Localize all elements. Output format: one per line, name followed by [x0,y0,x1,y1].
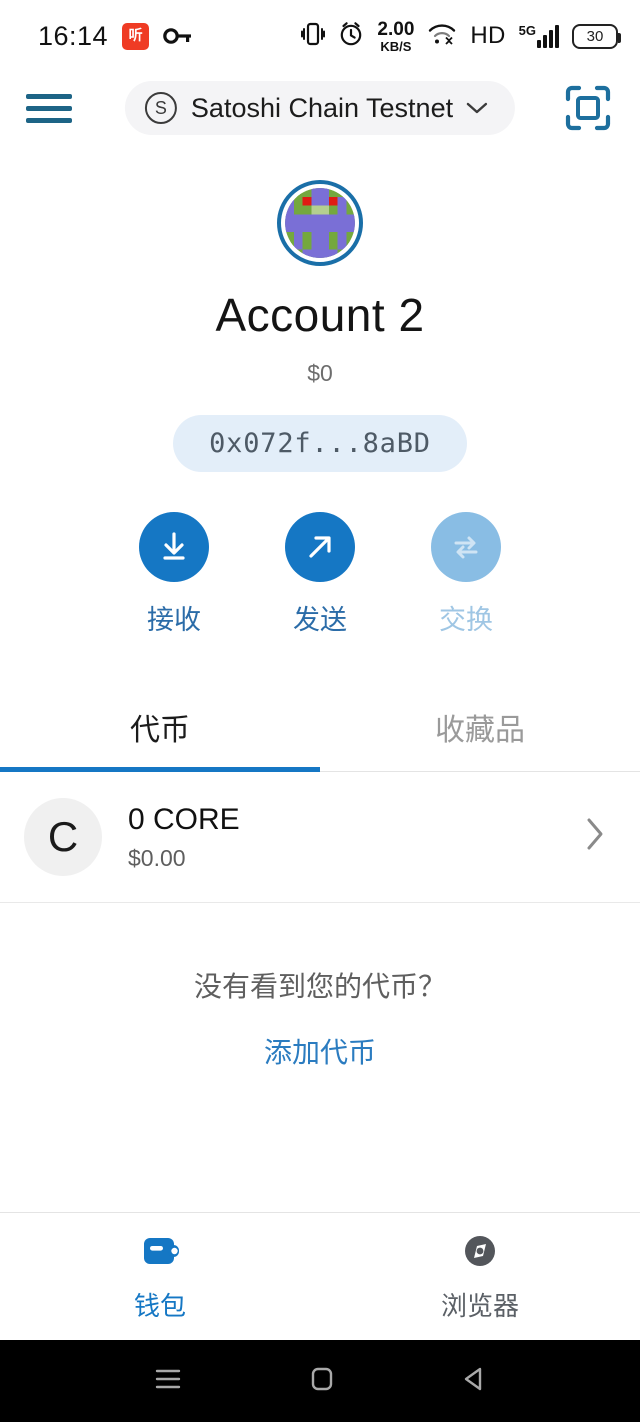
account-name: Account 2 [215,289,425,341]
hd-indicator: HD [470,22,506,49]
token-fiat-value: $0.00 [128,844,186,871]
swap-arrows-icon [431,512,501,582]
add-token-hint: 没有看到您的代币？ 添加代币 [0,903,640,1071]
download-arrow-icon [139,512,209,582]
phone-screen: 16:14 听 2.00 KB/S HD 5G 30 S Satoshi Cha… [0,0,640,1422]
alarm-icon [338,21,364,52]
network-badge-icon: S [144,92,177,124]
nav-label-browser: 浏览器 [440,1290,519,1321]
chevron-right-icon [584,815,616,860]
signal-type-label: 5G [518,23,536,38]
token-details: 0 CORE $0.00 [128,803,240,872]
token-amount: 0 CORE [128,802,240,836]
status-bar-left: 16:14 听 [38,21,193,52]
home-icon[interactable] [305,1362,339,1401]
nav-item-browser[interactable]: 浏览器 [320,1231,640,1323]
account-fiat-balance: $0 [307,360,333,386]
send-arrow-icon [285,512,355,582]
account-section: Account 2 $0 0x072f...8aBD [0,144,640,472]
table-row[interactable]: C 0 CORE $0.00 [0,772,640,903]
receive-label: 接收 [147,605,201,635]
identicon-avatar [285,188,355,258]
content-tabs: 代币 收藏品 [0,679,640,772]
wifi-icon [427,22,457,51]
nav-item-wallet[interactable]: 钱包 [0,1231,320,1323]
key-icon [163,25,193,47]
add-token-link[interactable]: 添加代币 [264,1031,376,1071]
vibrate-icon [301,21,326,52]
swap-label: 交换 [439,605,493,635]
tab-tokens[interactable]: 代币 [0,679,320,772]
app-header: S Satoshi Chain Testnet [0,72,640,144]
tab-collectibles[interactable]: 收藏品 [320,679,640,771]
signal-indicator: 5G [519,24,559,48]
bottom-navigation: 钱包 浏览器 [0,1212,640,1340]
android-navigation-bar [0,1340,640,1422]
action-buttons: 接收 发送 交换 [0,512,640,637]
nav-label-wallet: 钱包 [133,1290,186,1321]
network-selector[interactable]: S Satoshi Chain Testnet [124,81,516,135]
send-label: 发送 [293,605,347,635]
hint-question: 没有看到您的代币？ [193,971,446,1002]
account-address-pill[interactable]: 0x072f...8aBD [173,415,467,472]
status-bar-right: 2.00 KB/S HD 5G 30 [301,20,621,53]
qr-scan-icon[interactable] [562,82,614,134]
wallet-icon [0,1231,320,1276]
battery-indicator: 30 [572,23,621,49]
token-list: C 0 CORE $0.00 [0,772,640,903]
compass-browser-icon [320,1231,640,1276]
notification-app-icon: 听 [122,22,150,50]
token-logo-icon: C [24,798,102,876]
status-bar: 16:14 听 2.00 KB/S HD 5G 30 [0,0,640,72]
network-speed-indicator: 2.00 KB/S [377,20,414,53]
receive-button[interactable]: 接收 [121,512,227,637]
avatar[interactable] [277,180,363,266]
chevron-down-icon [465,97,489,119]
network-speed-value: 2.00 [377,18,415,40]
status-bar-clock: 16:14 [38,20,109,51]
network-name-label: Satoshi Chain Testnet [190,92,454,123]
send-button[interactable]: 发送 [267,512,373,637]
signal-bars-icon [537,24,559,48]
back-icon[interactable] [457,1362,491,1401]
recents-icon[interactable] [149,1363,187,1400]
network-speed-unit: KB/S [380,38,412,54]
battery-level: 30 [586,27,604,45]
swap-button[interactable]: 交换 [413,512,519,637]
hamburger-menu-icon[interactable] [26,93,72,123]
